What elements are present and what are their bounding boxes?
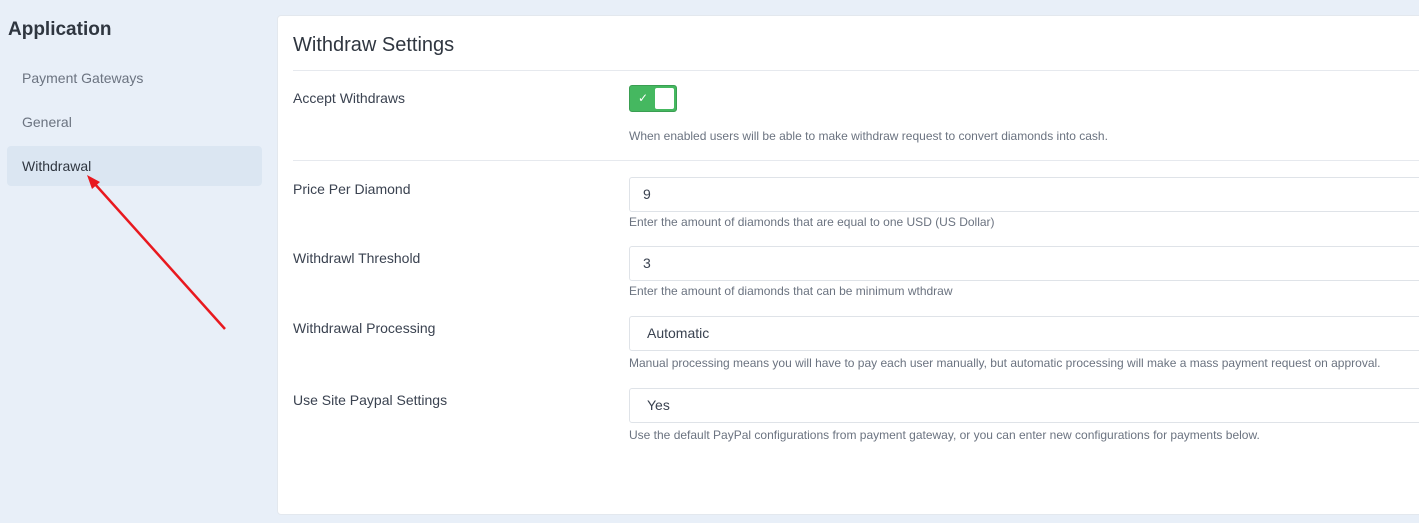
sidebar-item-general[interactable]: General (7, 102, 262, 142)
use-site-paypal-label: Use Site Paypal Settings (293, 392, 448, 408)
divider (293, 160, 1419, 161)
withdrawl-threshold-help: Enter the amount of diamonds that can be… (629, 284, 953, 298)
toggle-knob (655, 88, 674, 109)
withdrawl-threshold-label: Withdrawl Threshold (293, 250, 421, 266)
price-per-diamond-help: Enter the amount of diamonds that are eq… (629, 215, 995, 229)
page-title: Withdraw Settings (293, 34, 455, 56)
price-per-diamond-label: Price Per Diamond (293, 181, 411, 197)
accept-withdraws-help: When enabled users will be able to make … (629, 129, 1108, 143)
withdraw-settings-panel: Withdraw Settings Accept Withdraws ✓ Whe… (277, 15, 1419, 515)
price-per-diamond-input[interactable]: 9 (629, 177, 1419, 212)
sidebar-item-payment-gateways[interactable]: Payment Gateways (7, 58, 262, 98)
check-icon: ✓ (638, 91, 649, 105)
sidebar: Application Payment Gateways General Wit… (0, 0, 270, 523)
withdrawal-processing-select[interactable]: Automatic (629, 316, 1419, 351)
withdrawl-threshold-input[interactable]: 3 (629, 246, 1419, 281)
accept-withdraws-label: Accept Withdraws (293, 90, 406, 106)
accept-withdraws-toggle[interactable]: ✓ (629, 85, 677, 112)
withdrawal-processing-help: Manual processing means you will have to… (629, 356, 1381, 370)
sidebar-item-withdrawal[interactable]: Withdrawal (7, 146, 262, 186)
divider (293, 70, 1419, 71)
sidebar-title: Application (8, 19, 112, 40)
withdrawal-processing-label: Withdrawal Processing (293, 320, 436, 336)
use-site-paypal-select[interactable]: Yes (629, 388, 1419, 423)
use-site-paypal-help: Use the default PayPal configurations fr… (629, 428, 1260, 442)
